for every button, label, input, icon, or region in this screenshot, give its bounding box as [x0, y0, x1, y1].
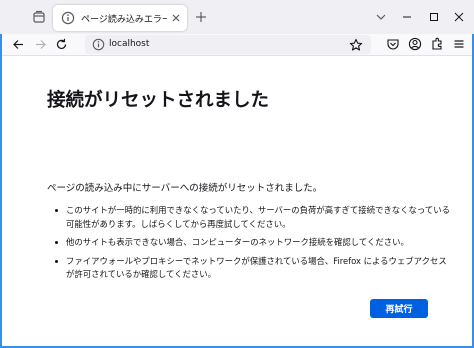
url-bar[interactable]: localhost: [85, 35, 371, 54]
close-icon[interactable]: [170, 12, 182, 24]
arrow-right-icon[interactable]: [33, 37, 48, 52]
puzzle-icon[interactable]: [430, 37, 444, 51]
arrow-left-icon[interactable]: [11, 37, 26, 52]
url-text[interactable]: localhost: [109, 39, 149, 49]
info-circle-icon[interactable]: [92, 38, 105, 51]
list-item: ファイアウォールやプロキシーでネットワークが保護されている場合、Firefox …: [55, 255, 455, 282]
hamburger-icon[interactable]: [452, 37, 466, 51]
list-item: このサイトが一時的に利用できなくなっていたり、サーバーの負荷が高すぎて接続できな…: [55, 204, 455, 231]
error-suggestions: このサイトが一時的に利用できなくなっていたり、サーバーの負荷が高すぎて接続できな…: [55, 204, 455, 287]
reload-icon[interactable]: [54, 37, 69, 52]
nav-bar: localhost: [0, 34, 474, 56]
chevron-down-icon[interactable]: [374, 11, 388, 23]
info-circle-icon: [61, 11, 75, 25]
star-icon[interactable]: [349, 38, 363, 52]
tab-page-load-error[interactable]: ページ読み込みエラー: [53, 5, 187, 31]
minimize-icon[interactable]: [399, 9, 415, 25]
window-close-icon[interactable]: [451, 9, 467, 25]
maximize-icon[interactable]: [426, 9, 442, 25]
pocket-icon[interactable]: [386, 37, 400, 51]
retry-button[interactable]: 再試行: [370, 299, 428, 318]
error-title: 接続がリセットされました: [47, 90, 270, 111]
tab-strip: ページ読み込みエラー: [0, 0, 474, 34]
account-icon[interactable]: [408, 37, 422, 51]
list-item: 他のサイトも表示できない場合、コンピューターのネットワーク接続を確認してください…: [55, 236, 455, 250]
tab-title: ページ読み込みエラー: [81, 15, 167, 25]
plus-icon[interactable]: [193, 9, 209, 25]
tabs-menu-icon[interactable]: [31, 9, 47, 25]
window-frame: [0, 34, 2, 348]
error-description: ページの読み込み中にサーバーへの接続がリセットされました。: [47, 183, 323, 194]
